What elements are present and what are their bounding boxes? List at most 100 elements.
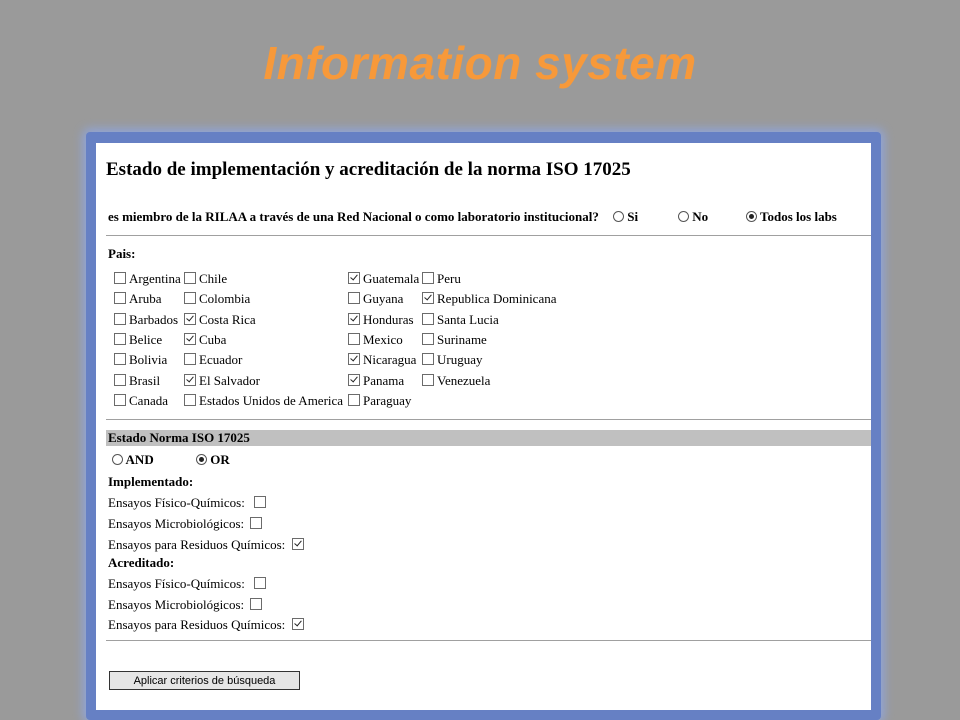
country-checkbox[interactable] (184, 272, 196, 284)
country-checkbox[interactable] (422, 272, 434, 284)
country-honduras[interactable]: Honduras (348, 312, 414, 328)
impl-residuos-quimicos[interactable]: Ensayos para Residuos Químicos: (108, 537, 307, 553)
country-estados-unidos-de-america[interactable]: Estados Unidos de America (184, 393, 343, 409)
radio-no[interactable] (678, 211, 689, 222)
country-suriname[interactable]: Suriname (422, 332, 487, 348)
country-barbados[interactable]: Barbados (114, 312, 178, 328)
radio-and[interactable] (112, 454, 123, 465)
country-label: Peru (437, 271, 461, 286)
radio-or[interactable] (196, 454, 207, 465)
country-checkbox[interactable] (348, 393, 360, 406)
country-label: Guyana (363, 291, 404, 307)
acred-residuos-quimicos-checkbox[interactable] (291, 618, 304, 630)
acred-fisico-quimicos-checkbox[interactable] (254, 577, 267, 589)
country-checkbox[interactable] (348, 312, 360, 325)
search-form-panel: Estado de implementación y acreditación … (96, 143, 871, 710)
country-checkbox[interactable] (114, 292, 126, 305)
country-aruba[interactable]: Aruba (114, 291, 162, 307)
country-checkbox[interactable] (114, 393, 126, 406)
country-checkbox[interactable] (184, 373, 196, 386)
impl-residuos-quimicos-checkbox[interactable] (291, 538, 304, 550)
country-nicaragua[interactable]: Nicaragua (348, 352, 416, 368)
country-checkbox[interactable] (348, 332, 360, 345)
country-chile[interactable]: Chile (184, 271, 227, 287)
country-colombia[interactable]: Colombia (184, 291, 250, 307)
impl-fisico-quimicos[interactable]: Ensayos Físico-Químicos: (108, 495, 269, 511)
implementado-label: Implementado: (108, 474, 194, 489)
country-checkbox[interactable] (184, 353, 196, 366)
logic-option-and[interactable]: AND (112, 452, 154, 468)
acred-microbiologicos-checkbox[interactable] (250, 598, 263, 610)
country-el-salvador[interactable]: El Salvador (184, 373, 260, 389)
country-checkbox[interactable] (114, 332, 126, 345)
country-checkbox[interactable] (114, 312, 126, 325)
country-santa-lucia[interactable]: Santa Lucia (422, 312, 499, 328)
membership-option-no[interactable]: No (678, 209, 708, 225)
apply-search-button[interactable]: Aplicar criterios de búsqueda (109, 671, 300, 690)
country-costa-rica[interactable]: Costa Rica (184, 312, 256, 328)
country-label: Bolivia (129, 352, 168, 368)
country-peru[interactable]: Peru (422, 271, 461, 287)
country-checkbox[interactable] (114, 272, 126, 284)
country-label: Mexico (363, 331, 403, 347)
country-label: Barbados (129, 311, 179, 327)
impl-fisico-quimicos-checkbox[interactable] (254, 496, 267, 508)
country-label: Guatemala (363, 271, 420, 286)
impl-microbiologicos[interactable]: Ensayos Microbiológicos: (108, 516, 265, 532)
country-label: Belice (129, 331, 163, 347)
country-ecuador[interactable]: Ecuador (184, 352, 242, 368)
country-uruguay[interactable]: Uruguay (422, 352, 483, 368)
country-panama[interactable]: Panama (348, 373, 404, 389)
country-checkbox[interactable] (348, 353, 360, 366)
country-canada[interactable]: Canada (114, 393, 168, 409)
country-cuba[interactable]: Cuba (184, 332, 226, 348)
radio-todos-los-labs[interactable] (746, 211, 757, 222)
country-republica-dominicana[interactable]: Republica Dominicana (422, 291, 557, 307)
country-label: Venezuela (437, 372, 491, 388)
acred-microbiologicos[interactable]: Ensayos Microbiológicos: (108, 597, 265, 613)
membership-option-si[interactable]: Si (613, 209, 638, 225)
country-venezuela[interactable]: Venezuela (422, 373, 490, 389)
country-checkbox[interactable] (184, 332, 196, 345)
country-checkbox[interactable] (348, 373, 360, 386)
norma-section-label: Estado Norma ISO 17025 (108, 430, 250, 445)
country-guyana[interactable]: Guyana (348, 291, 403, 307)
country-checkbox[interactable] (348, 272, 360, 284)
country-label: El Salvador (199, 372, 261, 388)
country-checkbox[interactable] (114, 353, 126, 366)
country-label: Suriname (437, 331, 487, 347)
country-checkbox[interactable] (184, 292, 196, 305)
country-label: Costa Rica (199, 311, 256, 327)
country-label: Santa Lucia (437, 311, 499, 327)
country-paraguay[interactable]: Paraguay (348, 393, 411, 409)
acred-fisico-quimicos[interactable]: Ensayos Físico-Químicos: (108, 576, 269, 592)
country-label: Chile (199, 271, 228, 286)
radio-si[interactable] (613, 211, 624, 222)
acreditado-label: Acreditado: (108, 555, 175, 570)
country-belice[interactable]: Belice (114, 332, 162, 348)
country-argentina[interactable]: Argentina (114, 271, 181, 287)
country-checkbox[interactable] (422, 332, 434, 345)
form-heading: Estado de implementación y acreditación … (106, 159, 631, 180)
country-label: Panama (363, 372, 405, 388)
country-checkbox[interactable] (422, 353, 434, 366)
country-label: Estados Unidos de America (199, 392, 344, 408)
country-checkbox[interactable] (422, 373, 434, 386)
country-checkbox[interactable] (184, 312, 196, 325)
membership-option-todos[interactable]: Todos los labs (746, 209, 837, 225)
acred-residuos-quimicos[interactable]: Ensayos para Residuos Químicos: (108, 617, 307, 633)
country-checkbox[interactable] (422, 292, 434, 305)
country-checkbox[interactable] (348, 292, 360, 305)
membership-question: es miembro de la RILAA a través de una R… (108, 209, 599, 224)
country-label: Argentina (129, 271, 181, 286)
country-bolivia[interactable]: Bolivia (114, 352, 167, 368)
country-checkbox[interactable] (422, 312, 434, 325)
country-checkbox[interactable] (184, 393, 196, 406)
membership-question-row: es miembro de la RILAA a través de una R… (108, 209, 599, 225)
country-checkbox[interactable] (114, 373, 126, 386)
impl-microbiologicos-checkbox[interactable] (250, 517, 263, 529)
logic-option-or[interactable]: OR (196, 452, 230, 468)
country-brasil[interactable]: Brasil (114, 373, 160, 389)
country-mexico[interactable]: Mexico (348, 332, 403, 348)
country-guatemala[interactable]: Guatemala (348, 271, 419, 287)
